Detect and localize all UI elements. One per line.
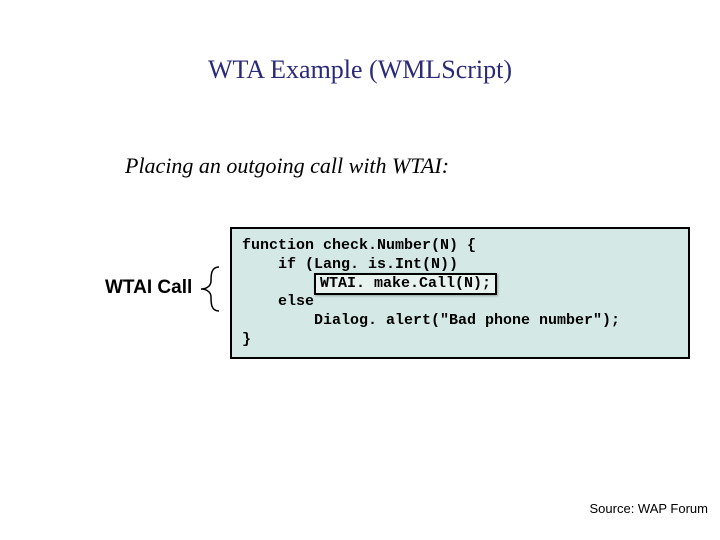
code-line-3-indent	[242, 275, 314, 292]
code-line-5: Dialog. alert("Bad phone number");	[242, 312, 620, 329]
wtai-call-label: WTAI Call	[105, 277, 192, 299]
code-line-1: function check.Number(N) {	[242, 237, 476, 254]
slide-subtitle: Placing an outgoing call with WTAI:	[125, 153, 449, 179]
slide: WTA Example (WMLScript) Placing an outgo…	[0, 0, 720, 540]
code-line-6: }	[242, 331, 251, 348]
slide-title: WTA Example (WMLScript)	[0, 55, 720, 85]
code-line-2: if (Lang. is.Int(N))	[242, 256, 458, 273]
curly-brace-icon	[197, 265, 227, 313]
code-line-4: else	[242, 293, 314, 310]
source-attribution: Source: WAP Forum	[590, 501, 708, 516]
highlighted-call: WTAI. make.Call(N);	[314, 273, 497, 296]
code-box: function check.Number(N) { if (Lang. is.…	[230, 227, 690, 359]
